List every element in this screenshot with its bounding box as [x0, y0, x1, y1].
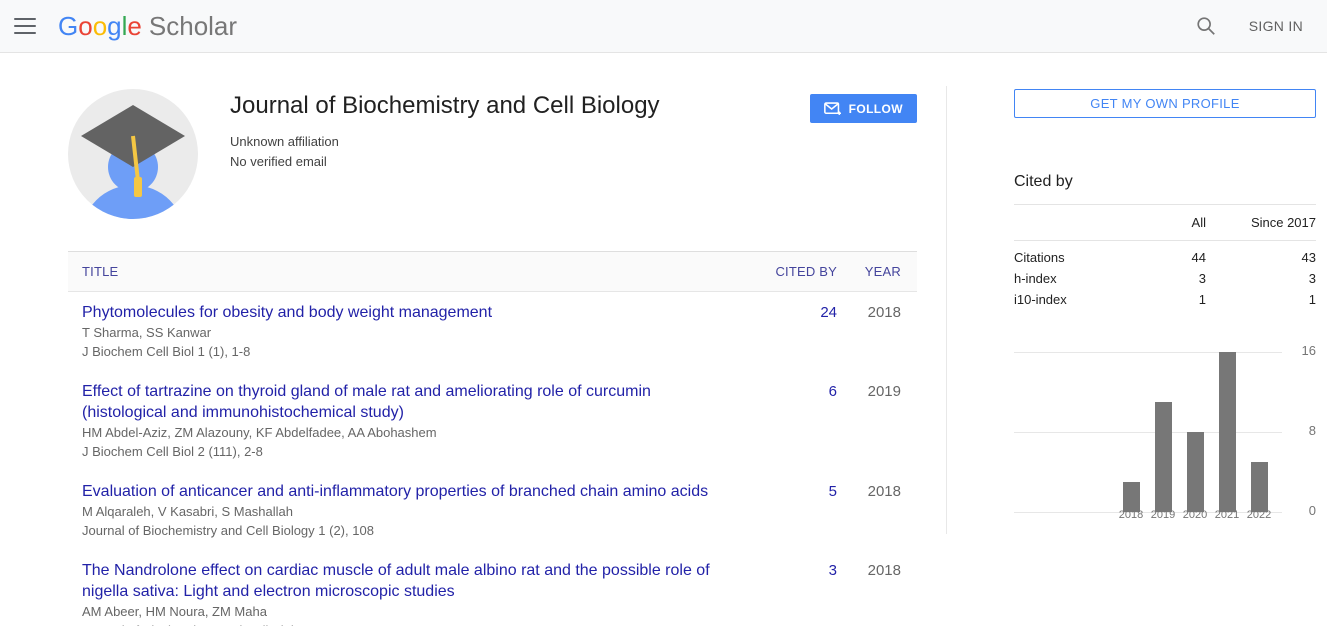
stats-row: i10-index 1 1 — [1014, 289, 1316, 310]
chart-x-tick-label: 2019 — [1145, 509, 1181, 521]
publication-venue: J Biochem Cell Biol 1 (1), 1-8 — [82, 343, 733, 361]
scholar-logo-text: Scholar — [149, 11, 237, 42]
top-app-bar: Google Scholar SIGN IN — [0, 0, 1327, 53]
publication-row: The Nandrolone effect on cardiac muscle … — [68, 550, 917, 626]
publication-cited-by-count[interactable]: 5 — [829, 483, 837, 500]
follow-envelope-icon — [824, 102, 841, 116]
publication-venue: J Biochem Cell Biol 2 (111), 2-8 — [82, 443, 733, 461]
citations-per-year-chart: 16 8 0 20182019202020212022 — [1014, 344, 1316, 526]
publication-year: 2018 — [837, 302, 917, 361]
stats-value-all[interactable]: 3 — [1136, 268, 1206, 289]
stats-row: Citations 44 43 — [1014, 241, 1316, 269]
profile-name: Journal of Biochemistry and Cell Biology — [230, 92, 660, 120]
publication-authors: M Alqaraleh, V Kasabri, S Mashallah — [82, 503, 733, 521]
sign-in-link[interactable]: SIGN IN — [1249, 18, 1303, 34]
publication-cited-by-count[interactable]: 3 — [829, 562, 837, 579]
publication-venue: Journal of Biochemistry and Cell Biology… — [82, 622, 733, 626]
publication-year: 2018 — [837, 560, 917, 626]
publication-authors: HM Abdel-Aziz, ZM Alazouny, KF Abdelfade… — [82, 424, 733, 442]
google-logo-letter: o — [93, 11, 107, 41]
publication-cited-by-count[interactable]: 24 — [820, 304, 837, 321]
publication-row: Effect of tartrazine on thyroid gland of… — [68, 371, 917, 471]
chart-y-tick-label: 0 — [1286, 503, 1316, 518]
profile-affiliation: Unknown affiliation — [230, 132, 660, 152]
column-header-year[interactable]: YEAR — [837, 264, 917, 279]
menu-icon[interactable] — [14, 18, 36, 34]
chart-y-tick-label: 16 — [1286, 343, 1316, 358]
chart-y-tick-label: 8 — [1286, 423, 1316, 438]
stats-column-since: Since 2017 — [1206, 205, 1316, 241]
profile-email: No verified email — [230, 152, 660, 172]
google-logo-letter: o — [78, 11, 92, 41]
google-logo-letter: G — [58, 11, 78, 41]
follow-button[interactable]: FOLLOW — [810, 94, 917, 123]
publication-title-link[interactable]: The Nandrolone effect on cardiac muscle … — [82, 560, 733, 602]
publication-cited-by-count[interactable]: 6 — [829, 383, 837, 400]
publication-venue: Journal of Biochemistry and Cell Biology… — [82, 522, 733, 540]
publications-table-header: TITLE CITED BY YEAR — [68, 251, 917, 292]
chart-x-tick-label: 2021 — [1209, 509, 1245, 521]
publication-row: Phytomolecules for obesity and body weig… — [68, 292, 917, 371]
stats-row: h-index 3 3 — [1014, 268, 1316, 289]
scholar-avatar[interactable] — [68, 89, 198, 219]
chart-bar-2018[interactable] — [1123, 482, 1140, 512]
publication-authors: AM Abeer, HM Noura, ZM Maha — [82, 603, 733, 621]
chart-bar-2022[interactable] — [1251, 462, 1268, 512]
publication-row: Evaluation of anticancer and anti-inflam… — [68, 471, 917, 550]
profile-header: Journal of Biochemistry and Cell Biology… — [68, 89, 917, 219]
stats-value-all[interactable]: 1 — [1136, 289, 1206, 310]
stats-column-all: All — [1136, 205, 1206, 241]
chart-gridline — [1014, 432, 1282, 433]
publication-year: 2018 — [837, 481, 917, 540]
chart-x-tick-label: 2020 — [1177, 509, 1213, 521]
stats-value-since[interactable]: 43 — [1206, 241, 1316, 269]
chart-x-tick-label: 2018 — [1113, 509, 1149, 521]
stats-value-since[interactable]: 1 — [1206, 289, 1316, 310]
follow-button-label: FOLLOW — [849, 102, 903, 116]
chart-gridline — [1014, 352, 1282, 353]
citation-stats-table: All Since 2017 Citations 44 43h-index 3 … — [1014, 204, 1316, 310]
chart-bar-2021[interactable] — [1219, 352, 1236, 512]
chart-bar-2019[interactable] — [1155, 402, 1172, 512]
cited-by-heading: Cited by — [1014, 173, 1316, 191]
publications-table: TITLE CITED BY YEAR Phytomolecules for o… — [68, 251, 917, 626]
google-logo-letter: g — [107, 11, 121, 41]
google-logo-letter: e — [127, 11, 141, 41]
column-header-title[interactable]: TITLE — [82, 264, 733, 279]
stats-row-label: i10-index — [1014, 289, 1136, 310]
stats-row-label: Citations — [1014, 241, 1136, 269]
publication-year: 2019 — [837, 381, 917, 461]
publication-title-link[interactable]: Evaluation of anticancer and anti-inflam… — [82, 481, 733, 502]
column-divider — [946, 86, 947, 534]
publication-authors: T Sharma, SS Kanwar — [82, 324, 733, 342]
chart-bar-2020[interactable] — [1187, 432, 1204, 512]
column-header-cited-by[interactable]: CITED BY — [733, 264, 837, 279]
stats-value-all[interactable]: 44 — [1136, 241, 1206, 269]
publication-title-link[interactable]: Phytomolecules for obesity and body weig… — [82, 302, 733, 323]
google-logo: Google — [58, 11, 142, 42]
publication-title-link[interactable]: Effect of tartrazine on thyroid gland of… — [82, 381, 733, 423]
chart-x-tick-label: 2022 — [1241, 509, 1277, 521]
search-icon[interactable] — [1195, 15, 1217, 37]
stats-value-since[interactable]: 3 — [1206, 268, 1316, 289]
stats-row-label: h-index — [1014, 268, 1136, 289]
google-scholar-logo[interactable]: Google Scholar — [58, 11, 237, 42]
get-my-own-profile-button[interactable]: GET MY OWN PROFILE — [1014, 89, 1316, 118]
